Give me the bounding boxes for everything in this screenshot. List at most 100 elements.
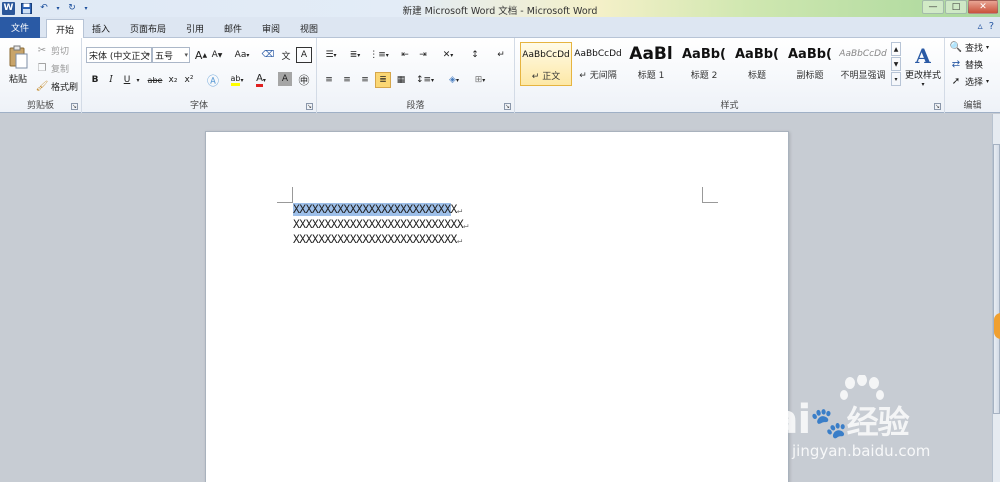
copy-button[interactable]: ❐ 复制 <box>36 62 70 75</box>
tab-view[interactable]: 视图 <box>294 19 324 37</box>
highlight-color-icon[interactable]: ab ▾ <box>228 72 246 88</box>
paste-button[interactable]: 粘贴 <box>4 42 32 88</box>
multilevel-list-icon[interactable]: ⋮≡ ▾ <box>369 47 389 63</box>
borders-icon[interactable]: ⊞ ▾ <box>469 72 491 88</box>
chinese-layout-icon[interactable]: ✕ ▾ <box>437 47 459 63</box>
find-button[interactable]: 🔍 查找 ▾ <box>950 41 989 54</box>
align-center-icon[interactable]: ≡ <box>339 72 355 88</box>
change-case-button[interactable]: Aa ▾ <box>232 47 252 63</box>
line-spacing-icon[interactable]: ↕≡ ▾ <box>415 72 435 88</box>
phonetic-guide-icon[interactable]: 文 <box>278 47 294 63</box>
sort-icon[interactable]: ↕ <box>467 47 483 63</box>
format-painter-label: 格式刷 <box>51 83 79 93</box>
font-size-combo[interactable]: 五号 ▾ <box>152 47 190 63</box>
decrease-indent-icon[interactable]: ⇤ <box>397 47 413 63</box>
line-text[interactable]: XXXXXXXXXXXXXXXXXXXXXXXXXX <box>293 233 457 246</box>
underline-button[interactable]: U <box>120 72 134 88</box>
format-painter-button[interactable]: 🖌 格式刷 <box>36 80 78 93</box>
scrollbar-thumb[interactable] <box>993 144 1000 414</box>
tab-insert[interactable]: 插入 <box>86 19 116 37</box>
tab-review[interactable]: 审阅 <box>256 19 286 37</box>
ribbon-tabs: 文件 开始 插入 页面布局 引用 邮件 审阅 视图 ▵ ? <box>0 17 1000 39</box>
font-name-combo[interactable]: 宋体 (中文正文 ▾ <box>86 47 152 63</box>
shading-icon[interactable]: ◈ ▾ <box>443 72 465 88</box>
bullets-icon[interactable]: ☰ ▾ <box>321 47 341 63</box>
document-line[interactable]: XXXXXXXXXXXXXXXXXXXXXXXXXXX↵ <box>293 217 469 232</box>
style-no-spacing[interactable]: AaBbCcDd ↵ 无间隔 <box>572 42 624 86</box>
baidu-jingyan-watermark: Bai🐾经验 jingyan.baidu.com <box>742 375 992 480</box>
style-subtle-emphasis[interactable]: AaBbCcDd 不明显强调 <box>837 42 889 86</box>
style-sample: AaBbCcDd <box>522 50 570 60</box>
tab-mailings[interactable]: 邮件 <box>218 19 248 37</box>
italic-button[interactable]: I <box>104 72 118 88</box>
style-sample: AaBb( <box>735 46 779 62</box>
styles-launcher-icon[interactable]: ↘ <box>934 103 941 110</box>
increase-indent-icon[interactable]: ⇥ <box>415 47 431 63</box>
selected-text[interactable]: XXXXXXXXXXXXXXXXXXXXXXXXX <box>293 203 451 216</box>
style-subtitle[interactable]: AaBb( 副标题 <box>784 42 836 86</box>
styles-scroll-up-icon[interactable]: ▲ <box>891 42 901 56</box>
style-title[interactable]: AaBb( 标题 <box>731 42 783 86</box>
justify-icon[interactable]: ≣ <box>375 72 391 88</box>
help-icon[interactable]: ? <box>989 21 994 32</box>
clipboard-launcher-icon[interactable]: ↘ <box>71 103 78 110</box>
tab-file[interactable]: 文件 <box>0 17 40 38</box>
line-text[interactable]: XXXXXXXXXXXXXXXXXXXXXXXXXXX <box>293 218 464 231</box>
cut-button[interactable]: ✂ 剪切 <box>36 44 69 57</box>
paragraph-mark-icon: ↵ <box>456 206 462 216</box>
grow-font-button[interactable]: A ▲ <box>194 47 208 63</box>
window-title: 新建 Microsoft Word 文档 - Microsoft Word <box>402 6 598 17</box>
style-sample: AaBl <box>629 44 673 64</box>
character-border-icon[interactable]: A <box>296 47 312 63</box>
replace-button[interactable]: ⇄ 替换 <box>950 58 983 71</box>
editing-group-label: 编辑 <box>963 101 982 111</box>
style-name: 标题 <box>747 71 766 81</box>
style-sample: AaBbCcDd <box>574 49 622 59</box>
styles-scroll-down-icon[interactable]: ▼ <box>891 57 901 71</box>
tab-page-layout[interactable]: 页面布局 <box>124 19 172 37</box>
tab-references[interactable]: 引用 <box>180 19 210 37</box>
font-group-label: 字体 <box>189 101 208 111</box>
distributed-icon[interactable]: ▦ <box>393 72 409 88</box>
underline-dropdown-icon[interactable]: ▾ <box>134 72 142 88</box>
document-line[interactable]: XXXXXXXXXXXXXXXXXXXXXXXXXX↵ <box>293 202 462 217</box>
style-normal[interactable]: AaBbCcDd ↵ 正文 <box>520 42 572 86</box>
strikethrough-button[interactable]: abe <box>146 72 164 88</box>
floating-action-button[interactable] <box>994 313 1000 339</box>
style-heading-1[interactable]: AaBl 标题 1 <box>625 42 677 86</box>
clear-formatting-icon[interactable]: ⌫ <box>260 47 276 63</box>
tab-home[interactable]: 开始 <box>46 19 84 39</box>
paste-label: 粘贴 <box>8 75 27 85</box>
bold-button[interactable]: B <box>88 72 102 88</box>
minimize-ribbon-icon[interactable]: ▵ <box>978 21 983 32</box>
text-effects-icon[interactable]: Ⓐ <box>204 72 222 88</box>
select-button[interactable]: ➚ 选择 ▾ <box>950 75 989 88</box>
numbering-icon[interactable]: ≣ ▾ <box>345 47 365 63</box>
maximize-button[interactable]: □ <box>945 0 967 14</box>
shrink-font-button[interactable]: A ▼ <box>210 47 224 63</box>
show-marks-icon[interactable]: ↵ <box>493 47 509 63</box>
document-page[interactable]: XXXXXXXXXXXXXXXXXXXXXXXXXX↵ XXXXXXXXXXXX… <box>205 131 789 482</box>
close-button[interactable]: ✕ <box>968 0 998 14</box>
enclose-characters-icon[interactable]: ㊥ <box>296 72 312 88</box>
document-line[interactable]: XXXXXXXXXXXXXXXXXXXXXXXXXX↵ <box>293 232 462 247</box>
superscript-button[interactable]: x² <box>182 72 196 88</box>
crop-mark-top-right <box>702 187 718 203</box>
align-right-icon[interactable]: ≡ <box>357 72 373 88</box>
styles-group-label: 样式 <box>720 101 739 111</box>
font-launcher-icon[interactable]: ↘ <box>306 103 313 110</box>
subscript-button[interactable]: x₂ <box>166 72 180 88</box>
style-heading-2[interactable]: AaBb( 标题 2 <box>678 42 730 86</box>
font-size-value: 五号 <box>155 51 174 62</box>
change-styles-button[interactable]: A 更改样式 ▾ <box>903 40 943 92</box>
style-sample: AaBb( <box>682 46 726 62</box>
paragraph-launcher-icon[interactable]: ↘ <box>504 103 511 110</box>
styles-more-icon[interactable]: ▾ <box>891 72 901 86</box>
font-color-button[interactable]: A ▾ <box>252 72 270 88</box>
align-left-icon[interactable]: ≡ <box>321 72 337 88</box>
vertical-scrollbar[interactable] <box>992 114 1000 482</box>
character-shading-button[interactable]: A <box>278 72 292 86</box>
clipboard-group-label: 剪贴板 <box>26 101 54 111</box>
paragraph-group: ☰ ▾ ≣ ▾ ⋮≡ ▾ ⇤ ⇥ ✕ ▾ ↕ ↵ ≡ ≡ ≡ ≣ ▦ ↕≡ ▾ ◈ ▾ ⊞ ▾… <box>317 38 515 113</box>
minimize-button[interactable]: — <box>922 0 944 14</box>
